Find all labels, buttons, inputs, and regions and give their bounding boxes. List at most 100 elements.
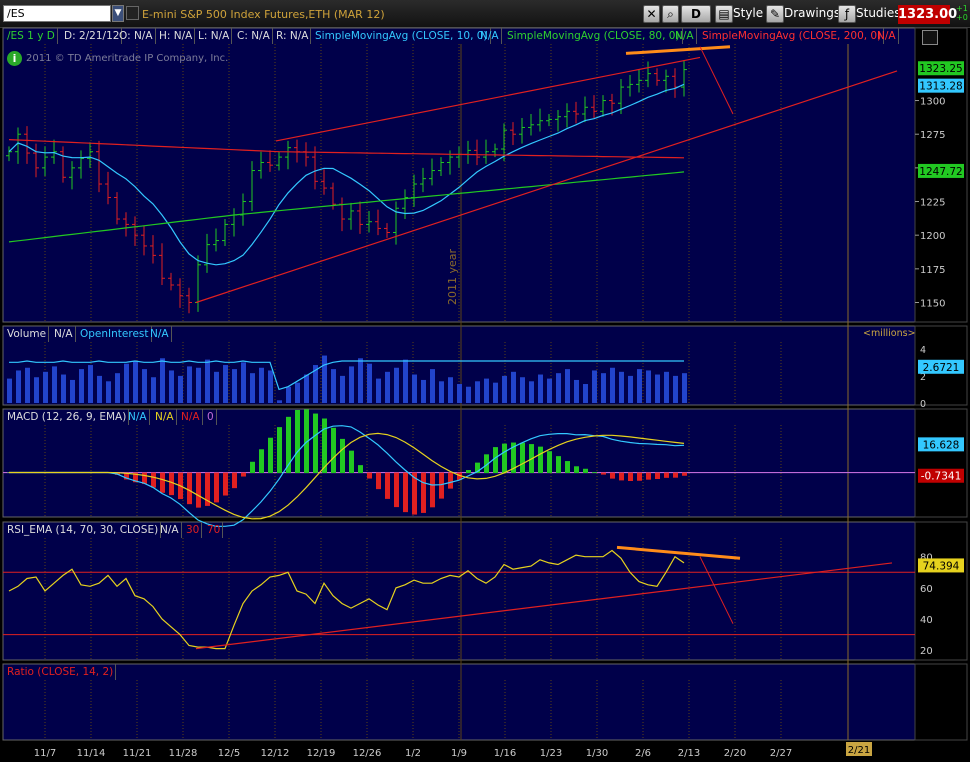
macd-histogram-bar: [682, 472, 687, 476]
volume-bar: [439, 381, 444, 403]
volume-bar: [466, 386, 471, 403]
volume-bar: [214, 371, 219, 403]
x-tick-label: 2/13: [678, 748, 700, 759]
volume-bar: [268, 370, 273, 403]
macd-histogram-bar: [493, 447, 498, 474]
sma80-label[interactable]: SimpleMovingAvg (CLOSE, 80, 0): [505, 28, 683, 44]
chart-application: /ES ▼ E-mini S&P 500 Index Futures,ETH (…: [0, 0, 970, 762]
volume-label[interactable]: Volume: [5, 326, 50, 342]
volume-bar: [637, 369, 642, 403]
macd-histogram-bar: [421, 472, 426, 513]
x-tick-label: 12/26: [353, 748, 382, 759]
rsi-header: RSI_EMA (14, 70, 30, CLOSE) N/A 30 70: [5, 522, 915, 538]
volume-bar: [295, 382, 300, 403]
macd-histogram-bar: [403, 472, 408, 513]
volume-bar: [412, 374, 417, 403]
volume-bar: [187, 366, 192, 403]
macd-histogram-bar: [259, 449, 264, 474]
macd-value: N/A: [126, 409, 150, 425]
volume-y-tick: 0: [920, 399, 926, 410]
volume-bar: [628, 375, 633, 403]
macd-histogram-bar: [340, 438, 345, 474]
macd-histogram-bar: [664, 472, 669, 478]
volume-bar: [565, 369, 570, 403]
volume-bar: [502, 375, 507, 403]
macd-histogram-bar: [250, 461, 255, 474]
volume-bar: [25, 367, 30, 403]
sma10-label[interactable]: SimpleMovingAvg (CLOSE, 10, 0): [313, 28, 491, 44]
open-interest-label[interactable]: OpenInterest: [78, 326, 152, 342]
volume-bar: [430, 369, 435, 403]
volume-bar: [664, 371, 669, 403]
x-tick-label: 1/16: [494, 748, 516, 759]
volume-bar: [655, 374, 660, 403]
macd-histogram-bar: [619, 472, 624, 481]
volume-bar: [583, 384, 588, 403]
chart-canvas[interactable]: 11/7 11/14 11/21 11/28 12/5 12/12 12/19 12/26 1/…: [0, 0, 970, 762]
volume-bar: [133, 360, 138, 403]
current-date-tag: 2/21: [848, 745, 870, 756]
volume-bar: [538, 374, 543, 403]
volume-units: <millions>: [863, 328, 916, 339]
rsi-overbought: 70: [205, 522, 224, 538]
volume-bar: [556, 373, 561, 403]
x-tick-label: 2/20: [724, 748, 746, 759]
macd-histogram-bar: [565, 461, 570, 474]
macd-histogram-bar: [358, 465, 363, 474]
sma200-label[interactable]: SimpleMovingAvg (CLOSE, 200, 0): [700, 28, 885, 44]
volume-bar: [610, 367, 615, 403]
y-tick-label: 1175: [920, 265, 945, 276]
rsi-label[interactable]: RSI_EMA (14, 70, 30, CLOSE): [5, 522, 162, 538]
close-label: C: N/A: [235, 28, 273, 44]
macd-histogram-bar: [385, 472, 390, 499]
macd-histogram-bar: [142, 472, 147, 484]
sma10-value: N/A: [478, 28, 502, 44]
volume-bar: [448, 377, 453, 403]
volume-bar: [160, 358, 165, 403]
macd-histogram-bar: [466, 470, 471, 474]
chart-settings-icon[interactable]: [922, 30, 938, 45]
macd-histogram-bar: [349, 450, 354, 474]
volume-y-tick: 4: [920, 345, 926, 356]
macd-histogram-bar: [367, 472, 372, 479]
info-icon[interactable]: i: [7, 51, 22, 66]
volume-bar: [178, 375, 183, 403]
volume-bar: [286, 386, 291, 403]
macd-histogram-bar: [673, 472, 678, 478]
macd-label[interactable]: MACD (12, 26, 9, EMA): [5, 409, 130, 425]
volume-bar: [673, 375, 678, 403]
volume-bar: [7, 378, 12, 403]
macd-histogram-bar: [430, 472, 435, 508]
x-tick-label: 11/28: [169, 748, 198, 759]
axis-bg-2: [914, 408, 968, 518]
volume-bar: [421, 379, 426, 403]
macd-histogram-bar: [151, 472, 156, 488]
volume-bar: [574, 379, 579, 403]
pane-bg-0: [2, 27, 916, 323]
volume-bar: [484, 378, 489, 403]
macd-histogram-bar: [160, 472, 165, 493]
macd-histogram-bar: [439, 472, 444, 499]
x-tick-label: 12/12: [261, 748, 290, 759]
symbol-period-label[interactable]: /ES 1 y D: [5, 28, 58, 44]
volume-bar: [97, 375, 102, 403]
volume-bar: [646, 370, 651, 403]
volume-bar: [358, 358, 363, 403]
macd-histogram-bar: [214, 472, 219, 503]
rsi-value: N/A: [158, 522, 182, 538]
y-tick-label: 1225: [920, 198, 945, 209]
volume-bar: [457, 384, 462, 403]
x-tick-label: 2/27: [770, 748, 792, 759]
macd-histogram-bar: [241, 472, 246, 477]
macd-histogram-bar: [646, 472, 651, 480]
volume-bar: [304, 374, 309, 403]
volume-bar: [385, 371, 390, 403]
ratio-label[interactable]: Ratio (CLOSE, 14, 2): [5, 664, 117, 680]
volume-bar: [43, 371, 48, 403]
x-tick-label: 2/6: [635, 748, 651, 759]
last-price-tag: 1323.25: [919, 63, 962, 75]
macd-histogram-bar: [610, 472, 615, 479]
volume-bar: [169, 370, 174, 403]
volume-header: Volume N/A OpenInterest N/A <millions>: [5, 326, 916, 342]
macd-histogram-bar: [196, 472, 201, 508]
